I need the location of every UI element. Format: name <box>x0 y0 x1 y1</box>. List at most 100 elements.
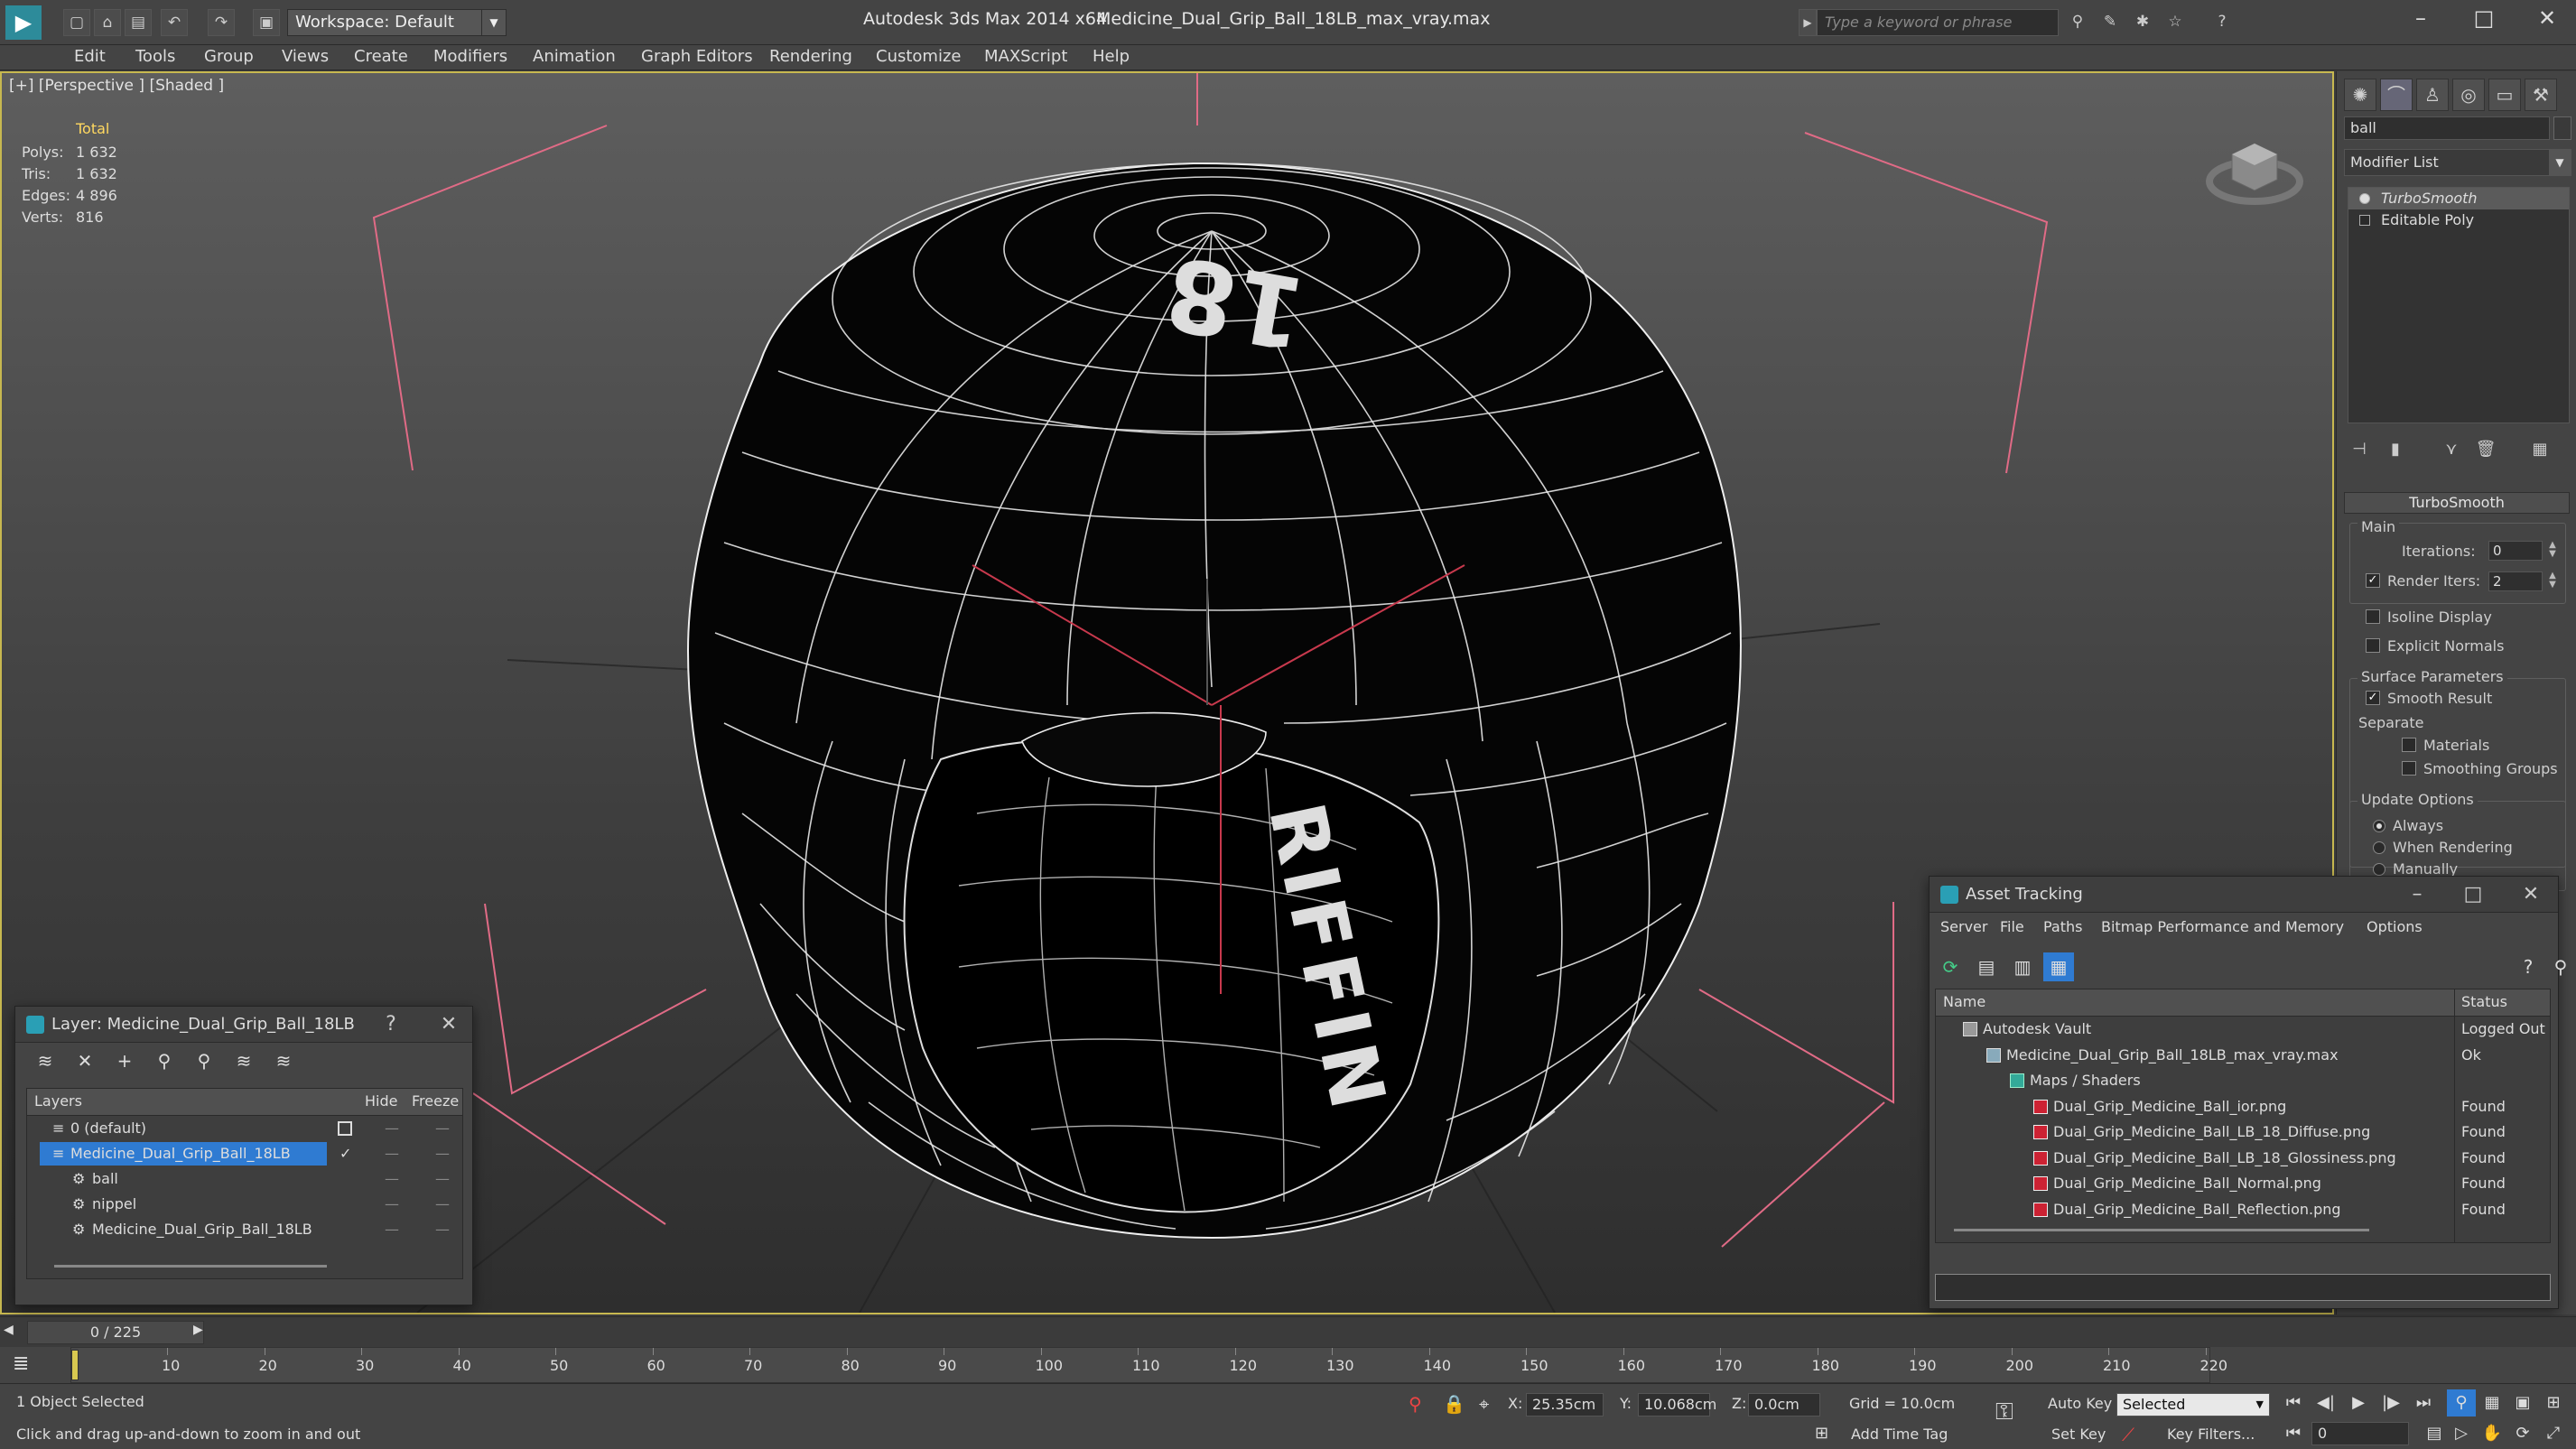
pan-view-icon[interactable]: ✋ <box>2478 1420 2506 1447</box>
freeze-dash-icon[interactable]: — <box>435 1166 450 1192</box>
menu-group[interactable]: Group <box>204 47 254 66</box>
zoom-extents-all-icon[interactable]: ⊞ <box>2539 1389 2568 1416</box>
binoculars-icon[interactable]: ⚲ <box>2064 9 2091 36</box>
key-mode-toggle-icon[interactable]: ⏮ <box>2279 1420 2308 1447</box>
time-slider[interactable]: 0 / 225 <box>27 1321 204 1344</box>
menu-rendering[interactable]: Rendering <box>769 47 852 66</box>
workspace-dropdown[interactable]: Workspace: Default ▼ <box>287 9 507 36</box>
active-check-icon[interactable]: ✓ <box>339 1141 351 1166</box>
key-mode-icon[interactable]: ⚿ <box>1995 1398 2013 1426</box>
stack-item-turbosmooth[interactable]: TurboSmooth <box>2348 188 2569 209</box>
utilities-tab-icon[interactable]: ⚒ <box>2525 79 2557 111</box>
play-icon[interactable]: ▶ <box>2344 1389 2373 1416</box>
asset-menu-paths[interactable]: Paths <box>2043 918 2082 935</box>
update-always-radio[interactable] <box>2373 820 2385 832</box>
redo-icon[interactable]: ↷ <box>208 9 235 36</box>
current-layer-box-icon[interactable] <box>338 1121 352 1136</box>
asset-row[interactable]: Medicine_Dual_Grip_Ball_18LB_max_vray.ma… <box>1936 1043 2550 1068</box>
isolate-icon[interactable]: ⚲ <box>1409 1393 1422 1415</box>
freeze-dash-icon[interactable]: — <box>435 1192 450 1217</box>
curve-editor-icon[interactable]: ≣ <box>13 1352 29 1375</box>
asset-window-titlebar[interactable]: Asset Tracking – □ ✕ <box>1930 877 2558 913</box>
highlight-layer-icon[interactable]: ⚲ <box>189 1046 219 1075</box>
y-coordinate-field[interactable]: 10.068cm <box>1638 1393 1716 1416</box>
viewcube[interactable] <box>2205 118 2304 209</box>
delete-layer-icon[interactable]: ✕ <box>70 1046 100 1075</box>
z-coordinate-field[interactable]: 0.0cm <box>1748 1393 1820 1416</box>
col-layers[interactable]: Layers <box>34 1092 82 1110</box>
asset-menu-server[interactable]: Server <box>1940 918 1987 935</box>
freeze-dash-icon[interactable]: — <box>435 1116 450 1141</box>
zoom-icon[interactable]: ⚲ <box>2447 1389 2476 1416</box>
asset-row[interactable]: Dual_Grip_Medicine_Ball_LB_18_Diffuse.pn… <box>1936 1119 2550 1145</box>
timeline-scrubber[interactable] <box>71 1350 79 1380</box>
list-view-icon[interactable]: ▤ <box>1971 952 2002 981</box>
stack-item-editable-poly[interactable]: Editable Poly <box>2348 209 2569 231</box>
communication-icon[interactable]: ✱ <box>2129 9 2156 36</box>
add-to-layer-icon[interactable]: + <box>109 1046 140 1075</box>
set-key-button[interactable]: Set Key <box>2051 1426 2106 1443</box>
freeze-dash-icon[interactable]: — <box>435 1141 450 1166</box>
layer-row[interactable]: ⚙ ball — — <box>27 1166 462 1192</box>
asset-row[interactable]: Dual_Grip_Medicine_Ball_LB_18_Glossiness… <box>1936 1146 2550 1171</box>
menu-graph-editors[interactable]: Graph Editors <box>641 47 753 66</box>
layer-row-selected[interactable]: ≡ Medicine_Dual_Grip_Ball_18LB ✓ — — <box>27 1141 462 1166</box>
render-iters-spinner[interactable]: 2 ▲ ▼ <box>2488 571 2556 591</box>
update-manually-radio[interactable] <box>2373 863 2385 876</box>
go-to-start-icon[interactable]: ⏮ <box>2279 1389 2308 1416</box>
zoom-extents-icon[interactable]: ▣ <box>2508 1389 2537 1416</box>
smoothing-groups-checkbox[interactable] <box>2402 761 2416 776</box>
explicit-normals-checkbox[interactable] <box>2366 638 2380 653</box>
open-file-icon[interactable]: ⌂ <box>94 9 121 36</box>
selected-set-dropdown[interactable]: Selected ▼ <box>2116 1393 2270 1416</box>
asset-menu-file[interactable]: File <box>2000 918 2024 935</box>
hide-dash-icon[interactable]: — <box>385 1116 399 1141</box>
lightbulb-icon[interactable] <box>2359 193 2370 204</box>
modifier-list-dropdown[interactable]: Modifier List ▼ <box>2344 149 2571 176</box>
menu-modifiers[interactable]: Modifiers <box>433 47 507 66</box>
turbosmooth-rollout[interactable]: TurboSmooth <box>2344 492 2570 514</box>
set-key-icon[interactable]: ⟋ <box>2122 1424 2134 1445</box>
remove-modifier-icon[interactable]: 🗑 <box>2472 436 2499 463</box>
viewport-label[interactable]: [+] [Perspective ] [Shaded ] <box>9 77 224 95</box>
hide-all-layers-icon[interactable]: ≋ <box>228 1046 259 1075</box>
layer-row[interactable]: ⚙ Medicine_Dual_Grip_Ball_18LB — — <box>27 1217 462 1242</box>
asset-row[interactable]: Dual_Grip_Medicine_Ball_Normal.png Found <box>1936 1171 2550 1196</box>
hierarchy-tab-icon[interactable]: ♙ <box>2416 79 2449 111</box>
freeze-all-layers-icon[interactable]: ≋ <box>268 1046 299 1075</box>
menu-maxscript[interactable]: MAXScript <box>984 47 1067 66</box>
new-file-icon[interactable]: ▢ <box>63 9 90 36</box>
search-arrow-icon[interactable]: ▶ <box>1799 9 1817 36</box>
add-time-tag[interactable]: Add Time Tag <box>1851 1426 1948 1443</box>
menu-edit[interactable]: Edit <box>74 47 106 66</box>
time-config-icon[interactable]: ▤ <box>2420 1420 2449 1447</box>
hide-dash-icon[interactable]: — <box>385 1217 399 1242</box>
new-layer-icon[interactable]: ≋ <box>30 1046 60 1075</box>
pin-stack-icon[interactable]: ⊣ <box>2346 436 2373 463</box>
iterations-spinner[interactable]: 0 ▲ ▼ <box>2488 541 2556 561</box>
col-status[interactable]: Status <box>2461 993 2507 1010</box>
table-view-icon[interactable]: ▦ <box>2043 952 2074 981</box>
next-frame-icon[interactable]: ▶ <box>193 1323 203 1337</box>
object-color-swatch[interactable] <box>2553 116 2571 140</box>
menu-create[interactable]: Create <box>354 47 408 66</box>
orbit-icon[interactable]: ⟳ <box>2508 1420 2537 1447</box>
isoline-display-checkbox[interactable] <box>2366 609 2380 624</box>
time-tag-icon[interactable]: ⊞ <box>1815 1424 1828 1443</box>
horizontal-scrollbar[interactable] <box>54 1265 327 1268</box>
prev-frame-icon[interactable]: ◀ <box>4 1323 14 1337</box>
favorites-star-icon[interactable]: ☆ <box>2162 9 2189 36</box>
select-layer-objects-icon[interactable]: ⚲ <box>149 1046 180 1075</box>
help-icon[interactable]: ? <box>373 1008 409 1041</box>
app-logo-icon[interactable]: ▶ <box>5 5 42 40</box>
motion-tab-icon[interactable]: ◎ <box>2452 79 2485 111</box>
col-name[interactable]: Name <box>1943 993 1985 1010</box>
hide-dash-icon[interactable]: — <box>385 1192 399 1217</box>
save-file-icon[interactable]: ▤ <box>125 9 152 36</box>
update-when-rendering-radio[interactable] <box>2373 841 2385 854</box>
maximize-icon[interactable]: □ <box>2461 5 2506 31</box>
asset-row[interactable]: Dual_Grip_Medicine_Ball_Reflection.png Fo… <box>1936 1197 2550 1222</box>
smooth-result-checkbox[interactable]: ✓ <box>2366 691 2380 705</box>
close-icon[interactable]: ✕ <box>431 1008 467 1041</box>
asset-row[interactable]: Dual_Grip_Medicine_Ball_ior.png Found <box>1936 1094 2550 1119</box>
